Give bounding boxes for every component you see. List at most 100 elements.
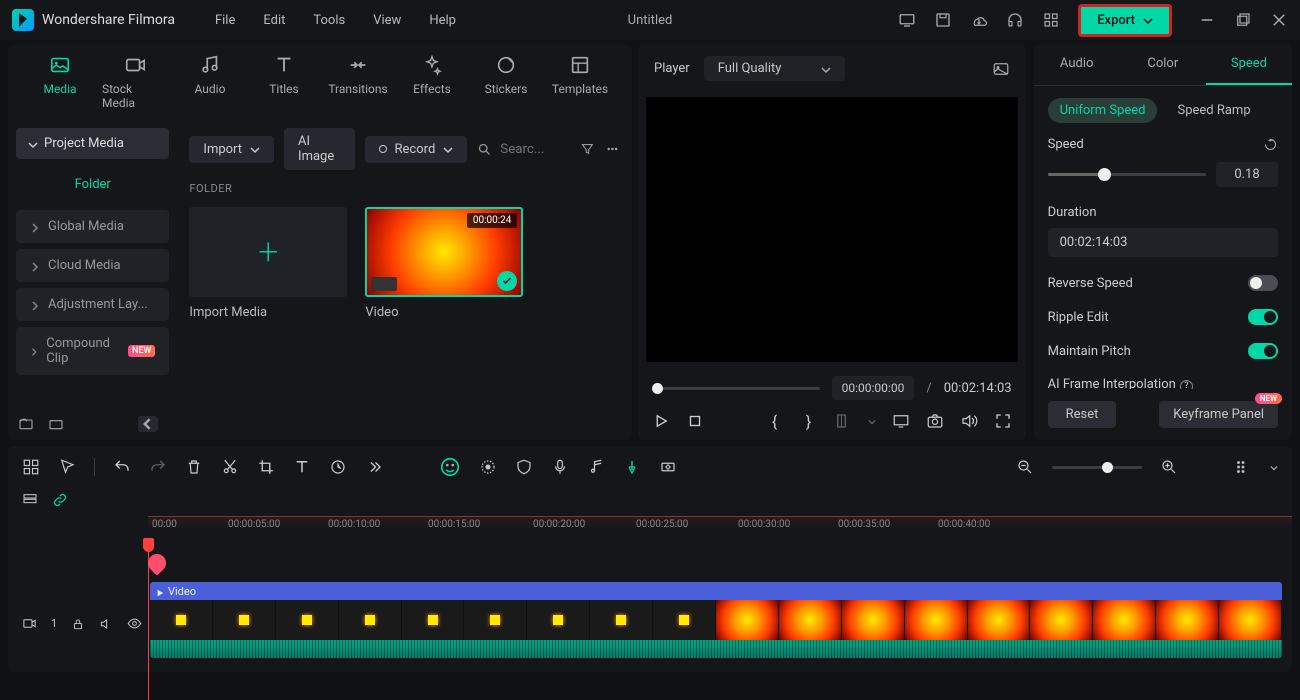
mark-in-icon[interactable]: { [766, 412, 784, 430]
mark-out-icon[interactable]: } [800, 412, 818, 430]
zoom-in-icon[interactable] [1160, 458, 1178, 476]
video-track-icon[interactable] [22, 616, 37, 631]
export-button[interactable]: Export [1078, 4, 1172, 37]
more-icon[interactable] [605, 140, 620, 158]
search-input[interactable] [500, 142, 570, 157]
menu-tools[interactable]: Tools [313, 13, 345, 28]
timeline-ruler[interactable]: 00:00 00:00:05:00 00:00:10:00 00:00:15:0… [148, 516, 1292, 540]
ai-image-button[interactable]: AI Image [284, 128, 354, 170]
sidebar-global-media[interactable]: Global Media [16, 210, 169, 243]
shield-icon[interactable] [515, 458, 533, 476]
menu-help[interactable]: Help [429, 13, 456, 28]
tab-titles[interactable]: Titles [252, 54, 316, 110]
record-button[interactable]: Record [365, 136, 468, 163]
tab-stock-media[interactable]: Stock Media [102, 54, 168, 110]
reset-speed-icon[interactable] [1263, 137, 1278, 152]
collapse-icon[interactable] [138, 416, 158, 432]
tab-media[interactable]: Media [28, 54, 92, 110]
mute-icon[interactable] [99, 617, 113, 631]
scrubber[interactable] [652, 387, 820, 390]
cloud-icon[interactable] [970, 11, 988, 29]
track-layout-icon[interactable] [22, 492, 38, 508]
minimize-icon[interactable] [1198, 11, 1216, 29]
quality-select[interactable]: Full Quality [704, 56, 846, 81]
more-tools-icon[interactable] [365, 458, 383, 476]
crop-icon[interactable] [257, 458, 275, 476]
undo-icon[interactable] [113, 458, 131, 476]
rtab-speed[interactable]: Speed [1206, 44, 1292, 85]
rtab-color[interactable]: Color [1120, 44, 1206, 85]
chevron-down-icon[interactable] [1270, 462, 1278, 472]
music-note-icon[interactable] [587, 458, 605, 476]
pitch-toggle[interactable] [1248, 343, 1278, 359]
speed-slider[interactable] [1048, 173, 1206, 176]
play-icon[interactable] [652, 412, 670, 430]
speed-icon[interactable] [329, 458, 347, 476]
speed-value[interactable]: 0.18 [1216, 162, 1278, 187]
reverse-toggle[interactable] [1248, 275, 1278, 291]
screen-icon[interactable] [898, 11, 916, 29]
stop-icon[interactable] [686, 412, 704, 430]
uniform-speed-tab[interactable]: Uniform Speed [1048, 98, 1158, 123]
speed-ramp-tab[interactable]: Speed Ramp [1165, 98, 1262, 123]
view-mode-icon[interactable] [1234, 458, 1252, 476]
timeline-tracks[interactable]: 1 Video [8, 540, 1292, 680]
project-media-header[interactable]: Project Media [16, 128, 169, 159]
sidebar-adjustment-layer[interactable]: Adjustment Lay... [16, 288, 169, 321]
info-icon[interactable]: ? [1180, 380, 1193, 390]
preview-viewport[interactable] [646, 97, 1018, 362]
tab-transitions[interactable]: Transitions [326, 54, 390, 110]
delete-icon[interactable] [185, 458, 203, 476]
tab-templates[interactable]: Templates [548, 54, 612, 110]
monitor-icon[interactable] [892, 412, 910, 430]
rtab-audio[interactable]: Audio [1034, 44, 1120, 85]
grid-icon[interactable] [1042, 11, 1060, 29]
folder-icon[interactable] [48, 416, 64, 432]
filter-icon[interactable] [580, 140, 595, 158]
mic-icon[interactable] [551, 458, 569, 476]
fullscreen-icon[interactable] [994, 412, 1012, 430]
sidebar-compound-clip[interactable]: Compound ClipNEW [16, 327, 169, 375]
search-icon[interactable] [477, 142, 492, 157]
redo-icon[interactable] [149, 458, 167, 476]
ratio-icon[interactable] [834, 412, 852, 430]
headphones-icon[interactable] [1006, 11, 1024, 29]
close-icon[interactable] [1270, 11, 1288, 29]
video-tile[interactable]: 00:00:24 Video [365, 207, 523, 320]
folder-tab[interactable]: Folder [16, 171, 169, 198]
sidebar-cloud-media[interactable]: Cloud Media [16, 249, 169, 282]
zoom-out-icon[interactable] [1016, 458, 1034, 476]
import-media-tile[interactable]: + Import Media [189, 207, 347, 320]
import-button[interactable]: Import [189, 136, 274, 163]
tab-audio[interactable]: Audio [178, 54, 242, 110]
menu-edit[interactable]: Edit [263, 13, 285, 28]
new-folder-icon[interactable] [18, 416, 34, 432]
menu-file[interactable]: File [215, 13, 235, 28]
volume-icon[interactable] [960, 412, 978, 430]
tab-effects[interactable]: Effects [400, 54, 464, 110]
menu-view[interactable]: View [373, 13, 401, 28]
eye-icon[interactable] [127, 616, 142, 631]
link-icon[interactable] [52, 492, 68, 508]
lock-icon[interactable] [71, 617, 85, 631]
ai-face-icon[interactable] [439, 456, 461, 478]
color-icon[interactable] [479, 458, 497, 476]
keyframe-icon[interactable] [659, 458, 677, 476]
camera-icon[interactable] [926, 412, 944, 430]
keyframe-panel-button[interactable]: Keyframe Panel NEW [1159, 401, 1278, 428]
snapshot-icon[interactable] [992, 60, 1010, 78]
save-icon[interactable] [934, 11, 952, 29]
chevron-down-icon[interactable] [868, 416, 876, 426]
maximize-icon[interactable] [1234, 11, 1252, 29]
reset-button[interactable]: Reset [1048, 401, 1117, 428]
cut-icon[interactable] [221, 458, 239, 476]
video-clip[interactable]: Video [150, 582, 1282, 658]
tab-stickers[interactable]: Stickers [474, 54, 538, 110]
zoom-slider[interactable] [1052, 466, 1142, 469]
text-icon[interactable] [293, 458, 311, 476]
arrange-icon[interactable] [22, 458, 40, 476]
duration-input[interactable]: 00:02:14:03 [1048, 228, 1278, 257]
ripple-toggle[interactable] [1248, 309, 1278, 325]
cursor-icon[interactable] [58, 458, 76, 476]
marker-tool-icon[interactable] [623, 458, 641, 476]
